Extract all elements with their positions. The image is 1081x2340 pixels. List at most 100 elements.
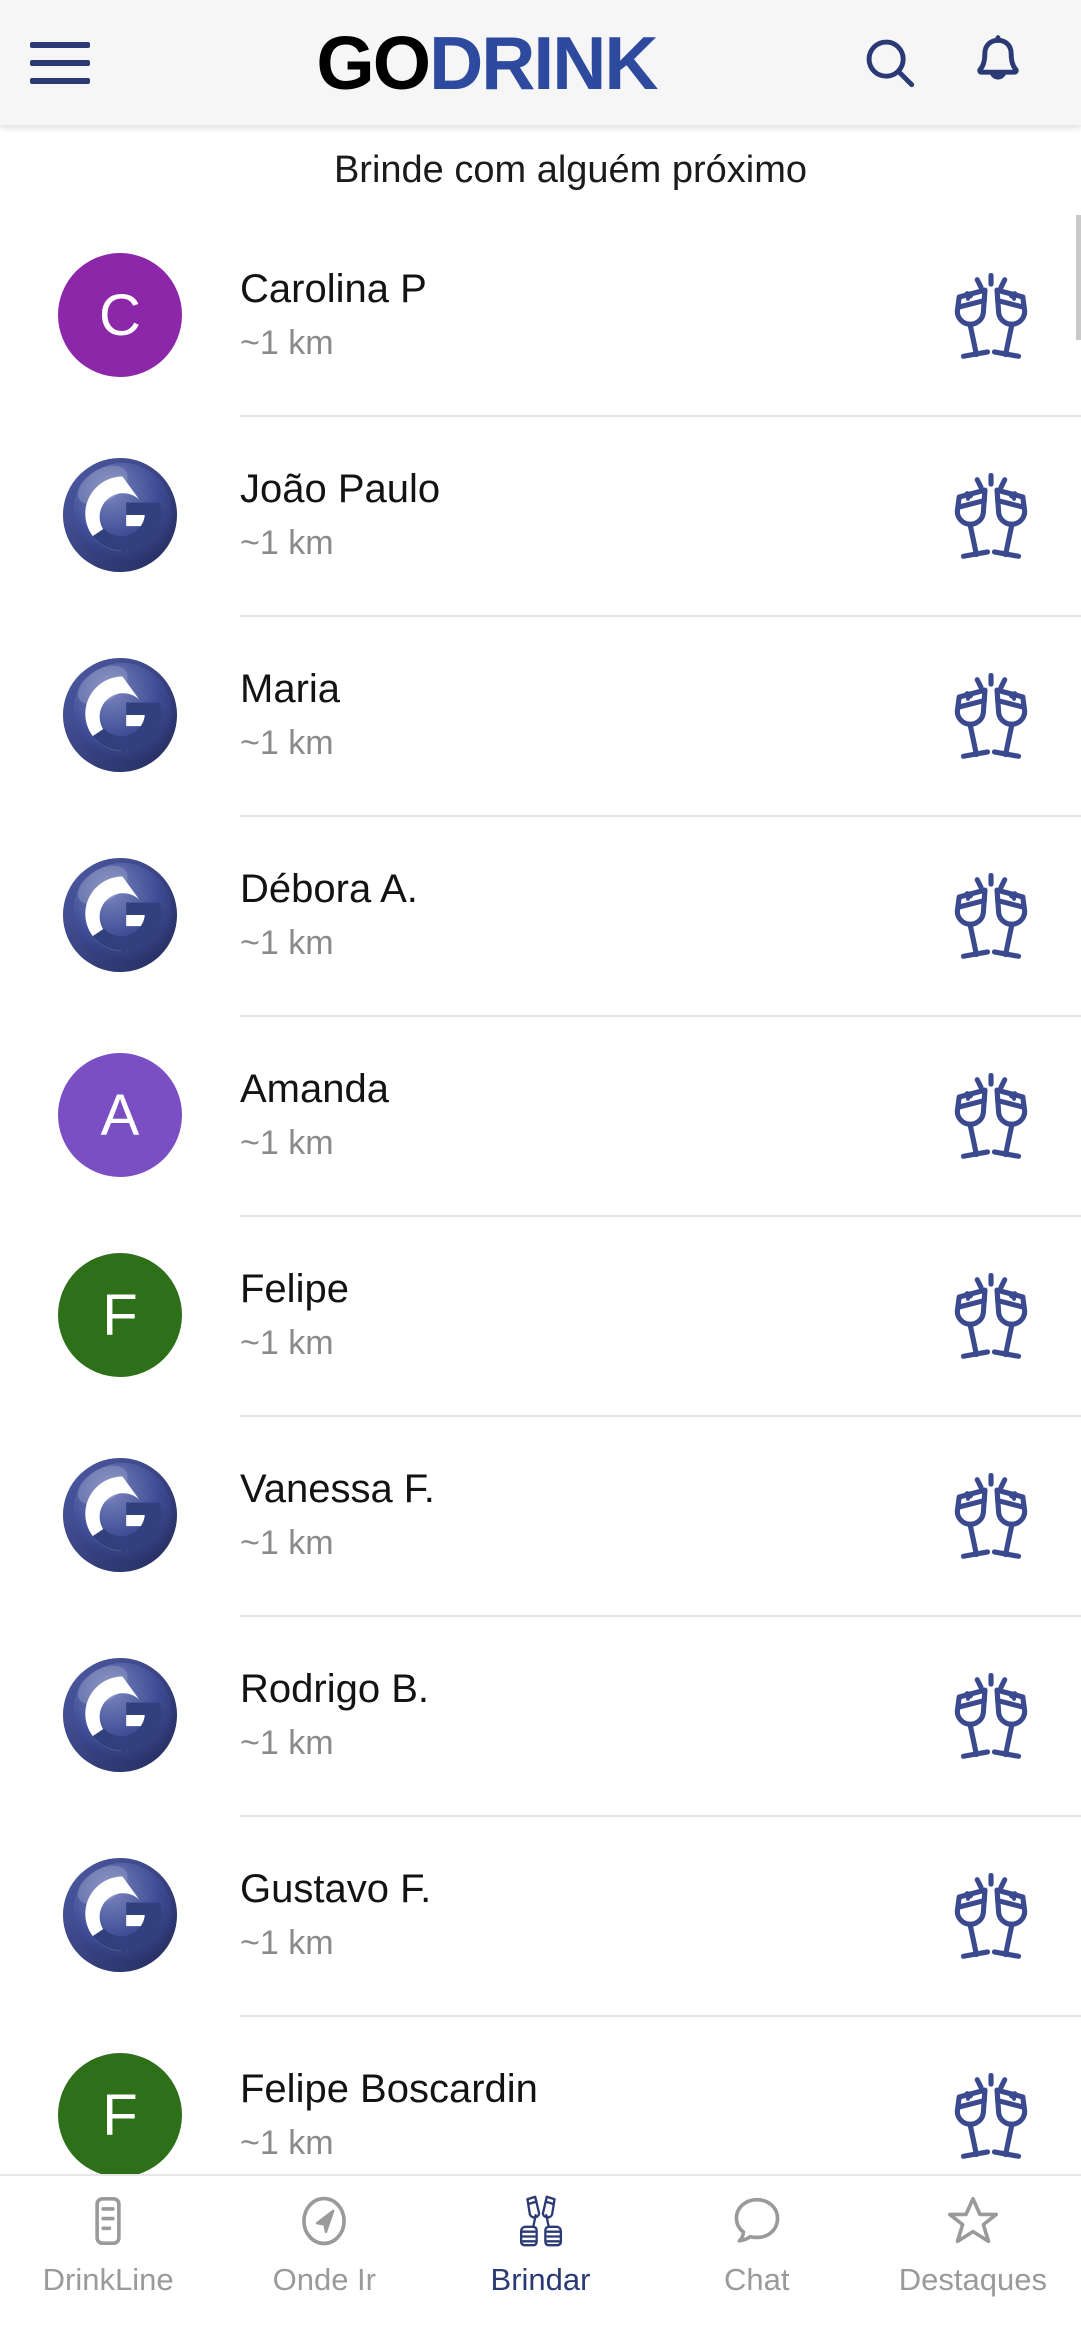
avatar-cell: C <box>0 253 240 377</box>
person-distance: ~1 km <box>240 1124 334 1163</box>
person-distance: ~1 km <box>240 2124 334 2163</box>
scrollbar-thumb[interactable] <box>1076 215 1081 340</box>
avatar-initial: A <box>100 1082 140 1148</box>
nav-item-label: Onde Ir <box>272 2262 376 2297</box>
person-name: Rodrigo B. <box>240 1667 429 1712</box>
nav-item-label: DrinkLine <box>42 2262 174 2297</box>
person-name: Carolina P <box>240 267 427 312</box>
cheers-glasses-icon[interactable] <box>901 860 1081 970</box>
cheers-glasses-icon[interactable] <box>901 1860 1081 1970</box>
avatar-godrink-logo[interactable] <box>58 1453 182 1577</box>
list-item-info: Débora A. ~1 km <box>240 868 901 962</box>
hamburger-line <box>30 77 90 84</box>
list-item-info: Vanessa F. ~1 km <box>240 1468 901 1562</box>
person-name: Maria <box>240 667 341 712</box>
avatar-cell: F <box>0 2053 240 2174</box>
person-name: Débora A. <box>240 867 418 912</box>
avatar-godrink-logo[interactable] <box>58 653 182 777</box>
list-item-info: Felipe Boscardin ~1 km <box>240 2068 901 2162</box>
list-item[interactable]: F Felipe ~1 km <box>0 1215 1081 1415</box>
app-header: GO DRINK <box>0 0 1081 125</box>
brand-logo[interactable]: GO DRINK <box>120 20 853 106</box>
person-distance: ~1 km <box>240 724 334 763</box>
star-icon <box>944 2190 1002 2252</box>
page-title: Brinde com alguém próximo <box>333 148 808 191</box>
cheers-glasses-icon[interactable] <box>901 1460 1081 1570</box>
list-item-info: João Paulo ~1 km <box>240 468 901 562</box>
nav-item-destaques[interactable]: Destaques <box>865 2190 1081 2298</box>
avatar[interactable]: F <box>58 1253 182 1377</box>
nearby-people-list: C Carolina P ~1 km João Paulo ~1 km Maria ~1 k… <box>0 215 1081 2174</box>
list-item[interactable]: Débora A. ~1 km <box>0 815 1081 1015</box>
navigation-arrow-icon <box>295 2190 353 2252</box>
list-item-info: Carolina P ~1 km <box>240 268 901 362</box>
list-item[interactable]: Gustavo F. ~1 km <box>0 1815 1081 2015</box>
page-subtitle-bar: Brinde com alguém próximo <box>0 125 1081 215</box>
cheers-glasses-icon[interactable] <box>901 660 1081 770</box>
person-distance: ~1 km <box>240 1324 334 1363</box>
avatar-godrink-logo[interactable] <box>58 1653 182 1777</box>
list-item[interactable]: João Paulo ~1 km <box>0 415 1081 615</box>
person-distance: ~1 km <box>240 1524 334 1563</box>
avatar-godrink-logo[interactable] <box>58 1853 182 1977</box>
scrollbar-track[interactable] <box>1076 215 1081 2174</box>
nav-item-drinkline[interactable]: DrinkLine <box>0 2190 216 2298</box>
avatar-cell <box>0 853 240 977</box>
person-name: Gustavo F. <box>240 1867 432 1912</box>
bell-icon[interactable] <box>961 26 1035 100</box>
list-item[interactable]: C Carolina P ~1 km <box>0 215 1081 415</box>
person-name: Felipe Boscardin <box>240 2067 538 2112</box>
hamburger-line <box>30 59 90 66</box>
nav-item-brindar[interactable]: Brindar <box>432 2190 648 2298</box>
brand-go-text: GO <box>316 20 431 105</box>
avatar-initial: F <box>102 1282 138 1348</box>
bottom-navigation-bar: DrinkLine Onde Ir Brindar Chat Destaques <box>0 2174 1081 2340</box>
avatar-godrink-logo[interactable] <box>58 853 182 977</box>
list-item[interactable]: Rodrigo B. ~1 km <box>0 1615 1081 1815</box>
avatar[interactable]: C <box>58 253 182 377</box>
list-item-info: Gustavo F. ~1 km <box>240 1868 901 1962</box>
cheers-glasses-icon[interactable] <box>901 1260 1081 1370</box>
cheers-glasses-icon[interactable] <box>901 1060 1081 1170</box>
brand-drink-text: DRINK <box>429 20 658 105</box>
avatar-cell <box>0 453 240 577</box>
avatar[interactable]: F <box>58 2053 182 2174</box>
cheers-glasses-icon[interactable] <box>901 460 1081 570</box>
hamburger-line <box>30 41 90 48</box>
nearby-people-list-container: C Carolina P ~1 km João Paulo ~1 km Maria ~1 k… <box>0 215 1081 2174</box>
nav-item-chat[interactable]: Chat <box>649 2190 865 2298</box>
person-distance: ~1 km <box>240 324 334 363</box>
list-item[interactable]: Vanessa F. ~1 km <box>0 1415 1081 1615</box>
header-actions <box>853 26 1081 100</box>
avatar-cell <box>0 1853 240 1977</box>
list-item[interactable]: F Felipe Boscardin ~1 km <box>0 2015 1081 2174</box>
nav-item-label: Brindar <box>490 2262 591 2297</box>
person-name: Amanda <box>240 1067 389 1112</box>
nav-item-onde-ir[interactable]: Onde Ir <box>216 2190 432 2298</box>
avatar-godrink-logo[interactable] <box>58 453 182 577</box>
search-icon[interactable] <box>853 26 927 100</box>
list-item-info: Maria ~1 km <box>240 668 901 762</box>
avatar[interactable]: A <box>58 1053 182 1177</box>
person-distance: ~1 km <box>240 1724 334 1763</box>
list-item[interactable]: A Amanda ~1 km <box>0 1015 1081 1215</box>
app-root: GO DRINK Brinde com alguém próximo C Car… <box>0 0 1081 2340</box>
avatar-cell <box>0 1453 240 1577</box>
hamburger-menu-icon[interactable] <box>0 0 120 125</box>
nav-item-label: Chat <box>723 2262 790 2297</box>
person-distance: ~1 km <box>240 924 334 963</box>
person-name: João Paulo <box>240 467 441 512</box>
list-item-info: Amanda ~1 km <box>240 1068 901 1162</box>
drinkline-list-icon <box>79 2190 137 2252</box>
person-name: Felipe <box>240 1267 349 1312</box>
list-item[interactable]: Maria ~1 km <box>0 615 1081 815</box>
nav-item-label: Destaques <box>898 2262 1048 2297</box>
speech-bubble-icon <box>728 2190 786 2252</box>
cheers-glasses-icon[interactable] <box>901 260 1081 370</box>
person-distance: ~1 km <box>240 524 334 563</box>
cheers-glasses-icon[interactable] <box>901 2060 1081 2170</box>
person-name: Vanessa F. <box>240 1467 435 1512</box>
cheers-glasses-icon[interactable] <box>901 1660 1081 1770</box>
champagne-toast-icon <box>510 2190 572 2252</box>
person-distance: ~1 km <box>240 1924 334 1963</box>
